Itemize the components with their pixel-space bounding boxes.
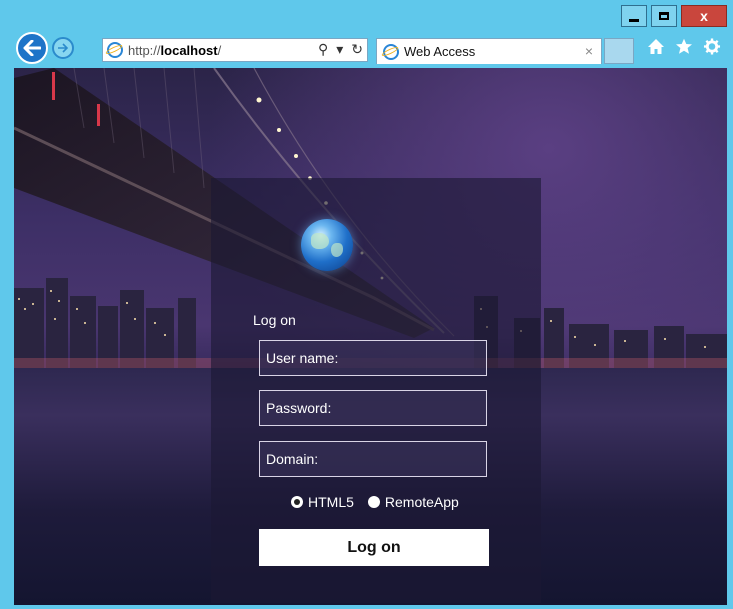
password-field[interactable] (259, 390, 487, 426)
minimize-button[interactable] (621, 5, 647, 27)
password-input[interactable] (266, 400, 480, 416)
browser-window: x http://localhost/ ⚲ ▾ ↻ Web Access × (0, 0, 733, 609)
refresh-icon[interactable]: ↻ (351, 41, 363, 58)
globe-icon (301, 219, 353, 271)
home-icon[interactable] (647, 38, 665, 55)
search-icon[interactable]: ⚲ (318, 41, 328, 58)
mode-option-html5[interactable]: HTML5 (291, 494, 354, 510)
remoteapp-label: RemoteApp (384, 494, 459, 510)
window-controls: x (617, 5, 727, 27)
html5-label: HTML5 (308, 494, 354, 510)
address-tools: ⚲ ▾ ↻ (318, 41, 363, 58)
close-button[interactable]: x (681, 5, 727, 27)
domain-input[interactable] (266, 451, 480, 467)
web-page: Log on HTML5 RemoteApp Log on (14, 68, 727, 605)
star-icon[interactable] (675, 38, 693, 55)
back-button[interactable] (16, 32, 48, 64)
ie-logo-icon (383, 43, 399, 60)
browser-command-icons (647, 38, 721, 55)
logon-button[interactable]: Log on (259, 529, 489, 566)
maximize-button[interactable] (651, 5, 677, 27)
arrow-right-icon (58, 43, 69, 53)
tab-web-access[interactable]: Web Access × (376, 38, 602, 64)
close-icon: x (700, 8, 708, 24)
address-bar[interactable]: http://localhost / ⚲ ▾ ↻ (102, 38, 368, 62)
login-heading: Log on (253, 312, 296, 328)
mode-option-remoteapp[interactable]: RemoteApp (367, 494, 459, 510)
url-scheme: http:// (128, 42, 161, 58)
url-path: / (217, 42, 222, 58)
domain-field[interactable] (259, 441, 487, 477)
chevron-down-icon[interactable]: ▾ (336, 41, 343, 58)
close-tab-icon[interactable]: × (585, 43, 593, 59)
forward-button[interactable] (52, 37, 74, 59)
username-field[interactable] (259, 340, 487, 376)
arrow-left-icon (23, 40, 41, 56)
username-input[interactable] (266, 350, 480, 366)
connection-mode-group: HTML5 RemoteApp (291, 494, 459, 510)
new-tab-button[interactable] (604, 38, 634, 64)
navigation-toolbar: http://localhost / ⚲ ▾ ↻ Web Access × (12, 30, 727, 68)
login-panel: Log on HTML5 RemoteApp Log on (211, 178, 541, 603)
url-host: localhost (160, 42, 218, 58)
remoteapp-radio[interactable] (367, 496, 380, 508)
gear-icon[interactable] (703, 38, 721, 55)
ie-logo-icon (107, 42, 123, 58)
html5-radio[interactable] (291, 496, 303, 508)
tab-title: Web Access (404, 44, 476, 59)
